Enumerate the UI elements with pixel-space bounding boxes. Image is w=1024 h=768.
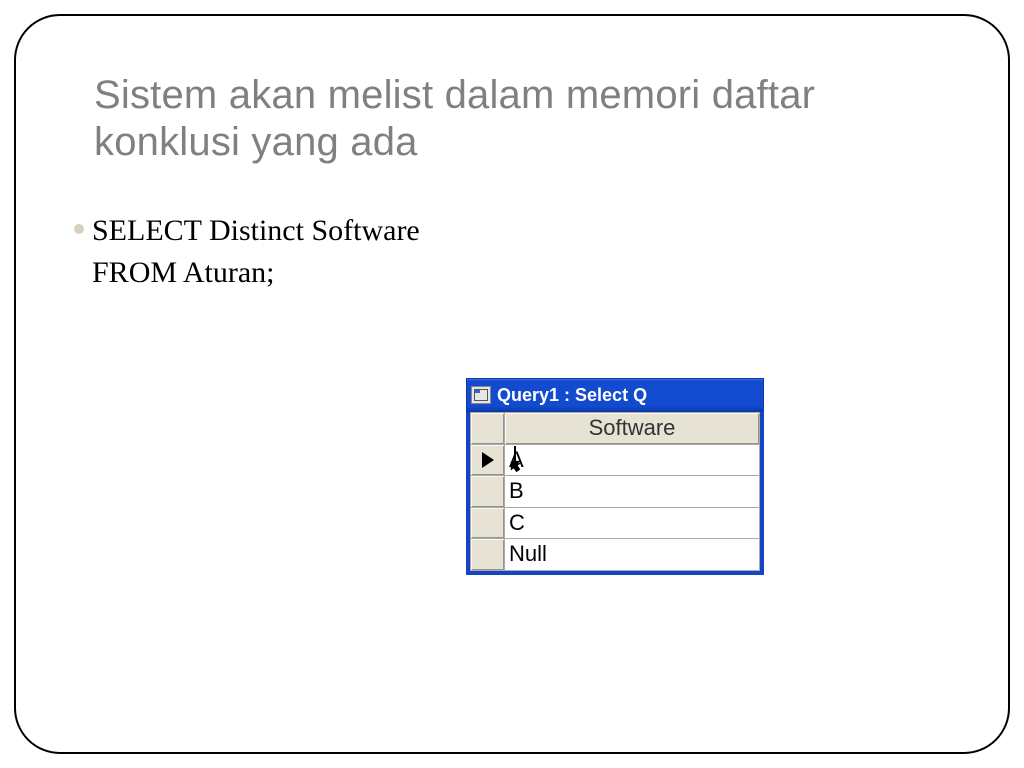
row-selector[interactable] [471,476,505,508]
cell-value: A [509,447,524,472]
table-row[interactable]: C [471,507,760,539]
window-titlebar[interactable]: Query1 : Select Q [466,378,764,412]
bullet-icon [74,224,84,234]
slide-body: SELECT Distinct Software FROM Aturan; [92,210,948,293]
datasheet-icon [471,386,491,404]
grid-header-row: Software [471,413,760,445]
grid-cell[interactable]: Null [505,539,760,571]
slide-title: Sistem akan melist dalam memori daftar k… [94,72,948,166]
sql-line-2: FROM Aturan; [92,252,948,293]
result-grid[interactable]: Software A B [470,412,760,571]
slide-frame: Sistem akan melist dalam memori daftar k… [14,14,1010,754]
grid-cell[interactable]: C [505,507,760,539]
column-header-software[interactable]: Software [505,413,760,445]
table-row[interactable]: A [471,444,760,476]
grid-cell[interactable]: A [505,444,760,476]
query-result-window: Query1 : Select Q Software A [466,378,764,575]
window-client: Software A B [466,412,764,575]
window-title: Query1 : Select Q [497,385,647,406]
grid-cell[interactable]: B [505,476,760,508]
row-selector-header[interactable] [471,413,505,445]
sql-line-1: SELECT Distinct Software [92,210,948,251]
row-selector[interactable] [471,539,505,571]
row-selector[interactable] [471,507,505,539]
table-row[interactable]: Null [471,539,760,571]
table-row[interactable]: B [471,476,760,508]
row-selector[interactable] [471,444,505,476]
